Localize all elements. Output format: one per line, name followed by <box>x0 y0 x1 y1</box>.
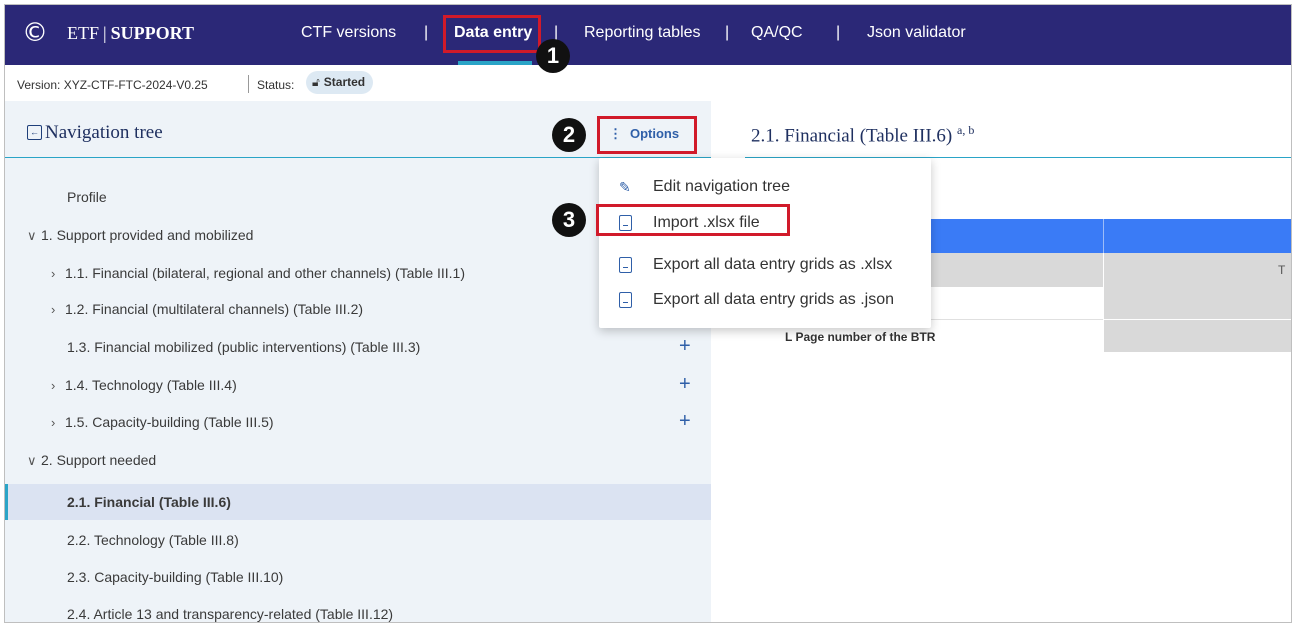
tree-item-support-provided[interactable]: ∨ 1. Support provided and mobilized <box>27 227 253 244</box>
nav-separator: | <box>424 24 429 41</box>
grid-row-label: L Page number of the BTR <box>785 330 936 344</box>
tree-item-label: 1.3. Financial mobilized (public interve… <box>67 339 421 355</box>
brand-separator: | <box>103 23 107 43</box>
app-window: © ETF | SUPPORT CTF versions | Data entry … <box>4 4 1292 623</box>
chevron-right-icon[interactable]: › <box>51 302 65 317</box>
tree-item-1-4[interactable]: › 1.4. Technology (Table III.4) <box>51 377 237 393</box>
menu-item-label: Export all data entry grids as .xlsx <box>653 256 893 273</box>
chevron-right-icon[interactable]: › <box>51 378 65 393</box>
tree-item-label: 1.2. Financial (multilateral channels) (… <box>65 301 364 317</box>
file-download-icon <box>619 257 632 273</box>
callout-box-options <box>597 116 697 154</box>
nav-separator: | <box>725 24 730 41</box>
app-brand: ETF | SUPPORT <box>67 23 194 44</box>
grid-cell-text: T <box>1278 263 1286 277</box>
callout-badge-2: 2 <box>552 118 586 152</box>
nav-qaqc[interactable]: QA/QC <box>751 24 803 42</box>
nav-reporting-tables[interactable]: Reporting tables <box>584 24 701 42</box>
tree-item-profile[interactable]: Profile <box>67 189 107 205</box>
chevron-down-icon[interactable]: ∨ <box>27 228 41 244</box>
tree-item-label: 2.4. Article 13 and transparency-related… <box>67 606 394 622</box>
menu-item-edit-navigation-tree[interactable]: ✎ Edit navigation tree <box>599 170 931 204</box>
menu-item-label: Export all data entry grids as .json <box>653 291 895 308</box>
chevron-down-icon[interactable]: ∨ <box>27 453 41 469</box>
tree-item-label: 1.5. Capacity-building (Table III.5) <box>65 414 274 430</box>
tree-item-1-5[interactable]: › 1.5. Capacity-building (Table III.5) <box>51 414 274 430</box>
callout-box-data-entry <box>443 15 541 53</box>
tree-item-support-needed[interactable]: ∨ 2. Support needed <box>27 452 156 469</box>
callout-badge-3: 3 <box>552 203 586 237</box>
callout-box-import <box>596 204 790 236</box>
tree-item-label: 1. Support provided and mobilized <box>41 227 254 243</box>
tree-item-2-3[interactable]: 2.3. Capacity-building (Table III.10) <box>67 569 283 585</box>
tree-item-1-2[interactable]: › 1.2. Financial (multilateral channels) … <box>51 301 363 317</box>
unlock-icon: 🔓︎ <box>312 75 320 89</box>
tree-item-label: Profile <box>67 189 107 205</box>
nav-ctf-versions[interactable]: CTF versions <box>301 24 396 42</box>
status-label: Status: <box>257 78 295 92</box>
chevron-right-icon[interactable]: › <box>51 266 65 281</box>
version-text: Version: XYZ-CTF-FTC-2024-V0.25 <box>17 78 208 92</box>
add-icon[interactable]: + <box>679 373 691 396</box>
nav-separator: | <box>836 24 841 41</box>
top-navigation-bar: © ETF | SUPPORT CTF versions | Data entry … <box>5 5 1291 65</box>
add-icon[interactable]: + <box>679 335 691 358</box>
tree-item-label: 2.2. Technology (Table III.8) <box>67 532 239 548</box>
content-title: 2.1. Financial (Table III.6) a, b <box>751 123 974 147</box>
brand-support: SUPPORT <box>110 23 194 43</box>
version-status-bar: Version: XYZ-CTF-FTC-2024-V0.25 Status: … <box>5 65 1291 102</box>
grid-column-divider <box>1103 253 1104 287</box>
tree-item-2-1[interactable]: 2.1. Financial (Table III.6) <box>67 494 231 510</box>
content-title-footnote: a, b <box>957 123 975 137</box>
tree-item-2-2[interactable]: 2.2. Technology (Table III.8) <box>67 532 239 548</box>
menu-item-label: Edit navigation tree <box>653 178 790 195</box>
chevron-right-icon[interactable]: › <box>51 415 65 430</box>
menu-item-export-xlsx[interactable]: Export all data entry grids as .xlsx <box>599 248 931 282</box>
status-badge: 🔓︎ Started <box>306 71 374 94</box>
grid-cell[interactable] <box>1104 320 1291 352</box>
nav-json-validator[interactable]: Json validator <box>867 24 966 42</box>
menu-item-export-json[interactable]: Export all data entry grids as .json <box>599 283 931 317</box>
tree-item-label: 1.1. Financial (bilateral, regional and … <box>65 265 465 281</box>
add-icon[interactable]: + <box>679 410 691 433</box>
grid-cell[interactable] <box>1104 287 1291 319</box>
tree-item-label: 2.3. Capacity-building (Table III.10) <box>67 569 284 585</box>
file-download-icon <box>619 292 632 308</box>
callout-badge-1: 1 <box>536 39 570 73</box>
tree-item-1-1[interactable]: › 1.1. Financial (bilateral, regional and… <box>51 265 465 281</box>
tree-item-1-3[interactable]: 1.3. Financial mobilized (public interve… <box>67 339 420 355</box>
options-dropdown-menu: ✎ Edit navigation tree Import .xlsx file… <box>599 158 931 328</box>
pencil-icon: ✎ <box>619 179 631 195</box>
collapse-panel-icon[interactable]: ← <box>27 125 42 140</box>
tree-item-label: 1.4. Technology (Table III.4) <box>65 377 237 393</box>
tree-item-2-4[interactable]: 2.4. Article 13 and transparency-related… <box>67 606 393 622</box>
version-divider <box>248 75 249 93</box>
unfccc-logo-icon[interactable]: © <box>21 19 49 47</box>
tree-item-label: 2. Support needed <box>41 452 157 468</box>
navigation-tree-title: Navigation tree <box>45 122 163 143</box>
grid-column-divider[interactable] <box>1103 219 1104 253</box>
content-title-text: 2.1. Financial (Table III.6) <box>751 125 953 147</box>
tree-item-label: 2.1. Financial (Table III.6) <box>67 494 231 510</box>
status-value: Started <box>323 75 366 89</box>
brand-etf: ETF <box>67 23 100 43</box>
